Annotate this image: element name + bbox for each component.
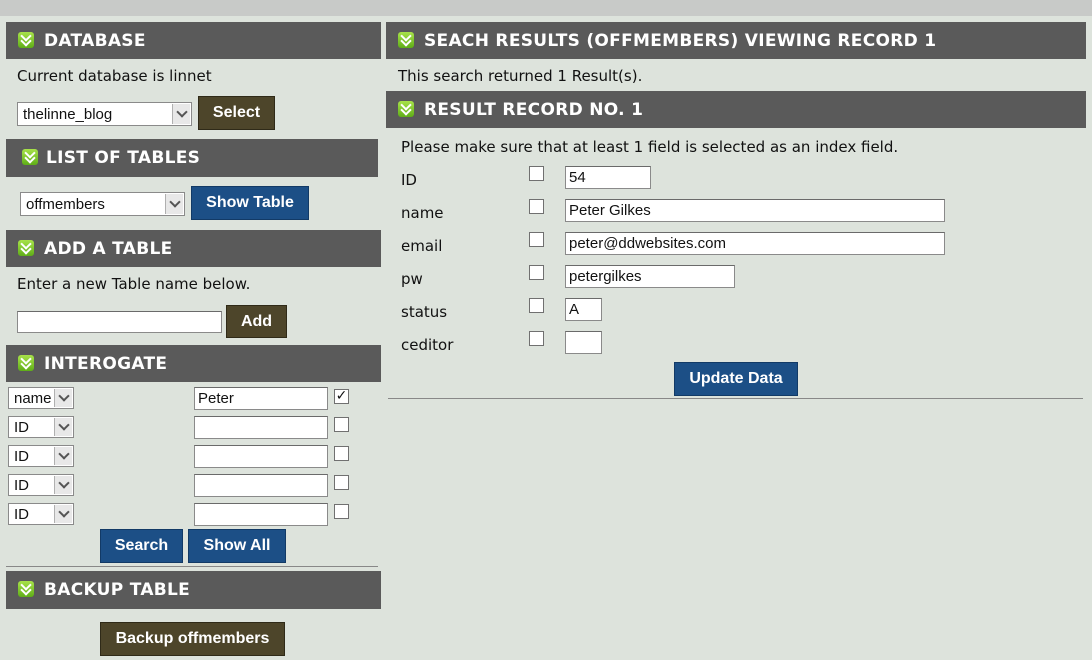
expand-icon[interactable] [18,239,34,256]
field-label: name [401,204,444,222]
update-data-button[interactable]: Update Data [674,362,798,396]
interogate-checkbox[interactable] [334,475,349,490]
chevron-down-icon [54,418,72,436]
database-select[interactable]: thelinne_blog [17,102,192,126]
database-title: DATABASE [44,30,146,51]
index-checkbox[interactable] [529,265,544,280]
chevron-down-icon [172,104,190,124]
field-select-value: ID [14,418,29,436]
tables-header: LIST OF TABLES [6,139,378,177]
expand-icon[interactable] [18,354,34,371]
expand-icon[interactable] [18,31,34,48]
expand-icon[interactable] [18,581,34,597]
show-all-button[interactable]: Show All [188,529,286,563]
add-table-instruction: Enter a new Table name below. [17,275,251,293]
field-label: ID [401,171,417,189]
divider [388,398,1083,399]
index-checkbox[interactable] [529,331,544,346]
index-checkbox[interactable] [529,199,544,214]
record-id-input[interactable]: 54 [565,166,651,189]
interogate-header: INTEROGATE [6,345,381,382]
table-select[interactable]: offmembers [20,192,185,216]
interogate-value-input[interactable] [194,503,328,526]
field-select-value: name [14,389,52,407]
select-database-button[interactable]: Select [198,96,275,130]
field-select-value: ID [14,447,29,465]
chevron-down-icon [54,447,72,465]
interogate-checkbox-checked[interactable]: ✓ [334,389,349,404]
result-count-text: This search returned 1 Result(s). [398,67,643,85]
expand-icon[interactable] [398,31,414,48]
chevron-down-icon [54,476,72,494]
expand-icon[interactable] [398,100,414,117]
interogate-title: INTEROGATE [44,353,168,374]
record-ceditor-input[interactable] [565,331,602,354]
search-results-title: SEACH RESULTS (OFFMEMBERS) VIEWING RECOR… [424,30,937,51]
field-label: pw [401,270,423,288]
interogate-value-input[interactable] [194,416,328,439]
index-checkbox[interactable] [529,166,544,181]
chevron-down-icon [54,505,72,523]
show-table-button[interactable]: Show Table [191,186,309,220]
new-table-name-input[interactable] [17,311,222,333]
backup-table-button[interactable]: Backup offmembers [100,622,285,656]
record-name-input[interactable]: Peter Gilkes [565,199,945,222]
interogate-field-select[interactable]: ID [8,445,74,467]
field-label: ceditor [401,336,454,354]
table-select-value: offmembers [26,195,105,213]
interogate-checkbox[interactable] [334,504,349,519]
database-header: DATABASE [6,22,381,59]
interogate-value-input[interactable] [194,445,328,468]
expand-icon[interactable] [22,149,38,165]
search-button[interactable]: Search [100,529,183,563]
result-record-title: RESULT RECORD NO. 1 [424,99,644,120]
interogate-checkbox[interactable] [334,417,349,432]
chevron-down-icon [165,194,183,214]
result-record-header: RESULT RECORD NO. 1 [386,91,1086,128]
top-bar [0,0,1092,16]
interogate-checkbox[interactable] [334,446,349,461]
index-checkbox[interactable] [529,232,544,247]
backup-header: BACKUP TABLE [6,571,381,609]
interogate-field-select[interactable]: ID [8,416,74,438]
record-status-input[interactable]: A [565,298,602,321]
add-table-button[interactable]: Add [226,305,287,338]
record-email-input[interactable]: peter@ddwebsites.com [565,232,945,255]
divider [6,566,378,567]
field-label: status [401,303,448,321]
interogate-field-select[interactable]: name [8,387,74,409]
field-label: email [401,237,443,255]
current-database-text: Current database is linnet [17,67,212,85]
database-select-value: thelinne_blog [23,105,113,123]
interogate-value-input[interactable] [194,474,328,497]
backup-title: BACKUP TABLE [44,580,191,600]
index-field-note: Please make sure that at least 1 field i… [401,138,899,156]
interogate-field-select[interactable]: ID [8,503,74,525]
index-checkbox[interactable] [529,298,544,313]
search-results-header: SEACH RESULTS (OFFMEMBERS) VIEWING RECOR… [386,22,1086,59]
add-table-title: ADD A TABLE [44,238,173,259]
record-pw-input[interactable]: petergilkes [565,265,735,288]
tables-title: LIST OF TABLES [46,148,201,168]
chevron-down-icon [54,389,72,407]
interogate-value-input[interactable]: Peter [194,387,328,410]
field-select-value: ID [14,476,29,494]
interogate-field-select[interactable]: ID [8,474,74,496]
field-select-value: ID [14,505,29,523]
add-table-header: ADD A TABLE [6,230,381,267]
